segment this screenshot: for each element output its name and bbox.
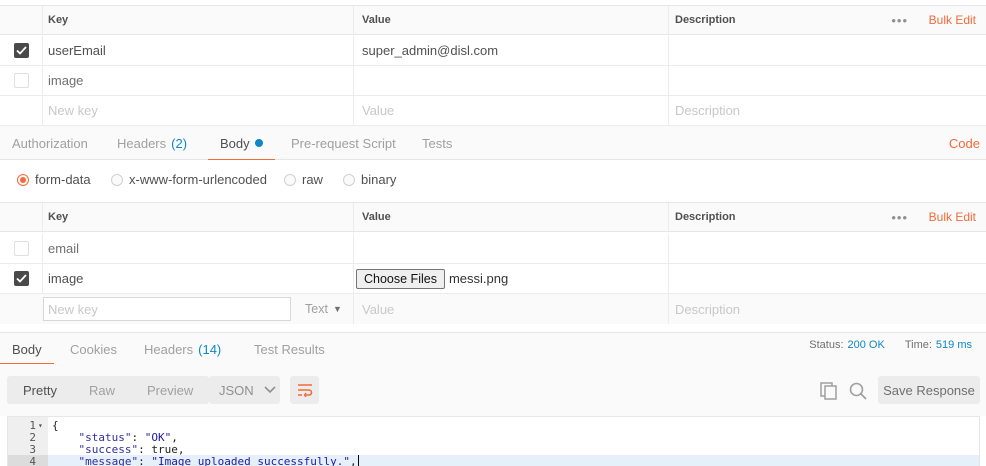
- param-key[interactable]: userEmail: [42, 36, 353, 65]
- form-table-header: Key Value Description ••• Bulk Edit: [0, 202, 986, 232]
- view-preview-button[interactable]: Preview: [131, 376, 209, 404]
- code-line: 1 ▾ {: [29, 418, 59, 432]
- new-form-row: New key Text ▼ Value Description: [0, 294, 986, 324]
- param-description[interactable]: [668, 36, 986, 65]
- code-line: 3 "success": true,: [29, 442, 185, 456]
- params-table-header: Key Value Description ••• Bulk Edit: [0, 5, 986, 35]
- form-key[interactable]: image: [42, 264, 353, 293]
- response-tabs: Body Cookies Headers (14) Test Results St…: [0, 332, 986, 365]
- body-indicator-icon: [254, 139, 263, 147]
- param-description[interactable]: [668, 66, 986, 95]
- radio-icon: [284, 173, 296, 186]
- status-value: 200 OK: [847, 339, 885, 351]
- check-icon: [15, 274, 27, 283]
- form-description[interactable]: [668, 234, 986, 263]
- form-value[interactable]: [353, 234, 668, 263]
- form-description[interactable]: [668, 264, 986, 293]
- radio-binary[interactable]: binary: [343, 172, 396, 187]
- new-description-input[interactable]: Description: [668, 96, 986, 125]
- response-tab-test-results[interactable]: Test Results: [254, 333, 325, 365]
- new-key-input[interactable]: New key: [43, 297, 291, 321]
- param-value[interactable]: super_admin@disl.com: [353, 36, 668, 65]
- radio-icon: [111, 173, 123, 186]
- headers-count: (2): [171, 135, 188, 151]
- time-value: 519 ms: [935, 339, 972, 351]
- bulk-edit-link[interactable]: Bulk Edit: [929, 203, 976, 231]
- new-value-input[interactable]: Value: [353, 96, 668, 125]
- wrap-lines-icon: [297, 384, 312, 397]
- response-headers-count: (14): [198, 341, 222, 357]
- body-mode-selector: form-data x-www-form-urlencoded raw bina…: [0, 160, 986, 202]
- tab-body[interactable]: Body: [208, 126, 275, 161]
- code-line: 4 "message": "Image uploaded successfull…: [8, 454, 979, 466]
- response-code-viewer[interactable]: 1 ▾ { 2 "status": "OK", 3 "success": tru…: [7, 416, 980, 466]
- file-name: messi.png: [448, 271, 509, 286]
- form-value: Choose Files messi.png: [353, 264, 668, 293]
- param-key[interactable]: image: [42, 66, 353, 95]
- radio-icon: [343, 173, 355, 186]
- table-row: image Choose Files messi.png: [0, 264, 986, 294]
- view-pretty-button[interactable]: Pretty: [7, 376, 73, 404]
- code-line: 2 "status": "OK",: [29, 430, 178, 444]
- response-tab-cookies[interactable]: Cookies: [70, 333, 117, 365]
- more-options-icon[interactable]: •••: [891, 6, 908, 34]
- row-checkbox[interactable]: [13, 73, 29, 88]
- response-tab-body[interactable]: Body: [0, 333, 54, 365]
- response-status: Status: 200 OK Time: 519 ms: [809, 339, 972, 351]
- save-response-button[interactable]: Save Response: [878, 376, 980, 404]
- chevron-down-icon: [264, 386, 276, 394]
- fold-arrow-icon[interactable]: ▾: [38, 421, 48, 430]
- row-checkbox[interactable]: [13, 271, 29, 286]
- form-key[interactable]: email: [42, 234, 353, 263]
- new-key-input[interactable]: New key: [42, 96, 353, 125]
- radio-form-data[interactable]: form-data: [17, 172, 91, 187]
- table-row: email: [0, 234, 986, 264]
- params-col-key: Key: [42, 6, 353, 34]
- response-tab-headers[interactable]: Headers (14): [144, 333, 221, 365]
- new-param-row: New key Value Description: [0, 96, 986, 126]
- table-row: image: [0, 66, 986, 96]
- row-checkbox[interactable]: [13, 43, 29, 58]
- param-value[interactable]: [353, 66, 668, 95]
- request-tabs: Authorization Headers (2) Body Pre-reques…: [0, 126, 986, 161]
- form-col-value: Value: [353, 203, 668, 231]
- table-row: userEmail super_admin@disl.com: [0, 36, 986, 66]
- response-toolbar: Pretty Raw Preview JSON Save Response: [0, 364, 986, 416]
- code-link[interactable]: Code: [949, 126, 980, 160]
- check-icon: [15, 46, 27, 55]
- tab-authorization[interactable]: Authorization: [12, 126, 88, 160]
- form-col-key: Key: [42, 203, 353, 231]
- search-icon[interactable]: [849, 382, 867, 400]
- caret-down-icon: ▼: [332, 304, 342, 314]
- view-raw-button[interactable]: Raw: [73, 376, 131, 404]
- new-value-input[interactable]: Value: [353, 294, 668, 324]
- new-description-input[interactable]: Description: [668, 294, 986, 324]
- text-cursor: [357, 454, 359, 466]
- wrap-lines-button[interactable]: [290, 376, 319, 404]
- radio-x-www-form-urlencoded[interactable]: x-www-form-urlencoded: [111, 172, 267, 187]
- tab-pre-request-script[interactable]: Pre-request Script: [291, 126, 396, 160]
- radio-raw[interactable]: raw: [284, 172, 323, 187]
- view-mode-group: Pretty Raw Preview: [7, 376, 210, 404]
- choose-files-button[interactable]: Choose Files: [356, 268, 445, 289]
- tab-tests[interactable]: Tests: [422, 126, 452, 160]
- type-select[interactable]: Text ▼: [305, 294, 342, 324]
- row-checkbox[interactable]: [13, 241, 29, 256]
- more-options-icon[interactable]: •••: [891, 203, 908, 231]
- copy-icon[interactable]: [820, 382, 838, 400]
- format-select[interactable]: JSON: [209, 376, 280, 404]
- radio-selected-icon: [17, 173, 29, 186]
- bulk-edit-link[interactable]: Bulk Edit: [929, 6, 976, 34]
- params-col-value: Value: [353, 6, 668, 34]
- tab-headers[interactable]: Headers (2): [117, 126, 187, 160]
